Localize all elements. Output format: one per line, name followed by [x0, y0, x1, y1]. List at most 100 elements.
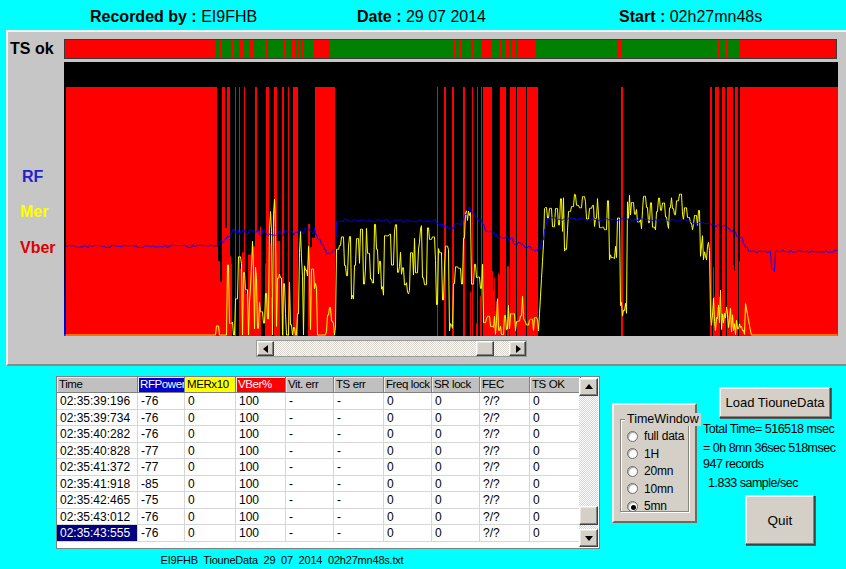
column-header-fec[interactable]: FEC [480, 377, 530, 393]
table-cell[interactable]: 0 [432, 443, 480, 460]
column-header-freq-lock[interactable]: Freq lock [384, 377, 432, 393]
table-row[interactable]: 02:35:40:828-770100--00?/?0 [57, 443, 581, 460]
table-cell[interactable]: 02:35:39:196 [57, 393, 138, 410]
table-cell[interactable]: 0 [384, 509, 432, 526]
table-cell[interactable]: 0 [530, 509, 581, 526]
table-cell[interactable]: 02:35:42:465 [57, 492, 138, 509]
table-cell[interactable]: ?/? [480, 525, 530, 542]
table-cell[interactable]: 0 [530, 393, 581, 410]
table-cell[interactable]: -76 [138, 525, 185, 542]
table-cell[interactable]: 0 [384, 476, 432, 493]
table-cell[interactable]: - [334, 410, 384, 427]
table-cell[interactable]: 0 [432, 509, 480, 526]
table-cell[interactable]: -75 [138, 492, 185, 509]
table-cell[interactable]: -77 [138, 443, 185, 460]
table-cell[interactable]: 100 [236, 509, 286, 526]
table-cell[interactable]: -85 [138, 476, 185, 493]
table-cell[interactable]: 0 [530, 426, 581, 443]
table-cell[interactable]: 100 [236, 525, 286, 542]
table-cell[interactable]: - [286, 459, 334, 476]
table-cell[interactable]: - [286, 426, 334, 443]
radio-icon[interactable] [627, 431, 638, 442]
table-cell[interactable]: -76 [138, 393, 185, 410]
table-cell[interactable]: 0 [432, 426, 480, 443]
radio-icon[interactable] [627, 483, 638, 494]
table-row[interactable]: 02:35:39:734-760100--00?/?0 [57, 410, 581, 427]
chart-scroll-left-button[interactable] [257, 341, 274, 356]
table-cell[interactable]: 0 [384, 443, 432, 460]
chart-horizontal-scrollbar[interactable] [256, 340, 527, 357]
column-header-rfpower[interactable]: RFPower [138, 377, 185, 393]
table-cell[interactable]: 02:35:40:828 [57, 443, 138, 460]
table-cell[interactable]: 0 [432, 410, 480, 427]
table-cell[interactable]: 0 [530, 459, 581, 476]
column-header-ts-err[interactable]: TS err [334, 377, 384, 393]
table-cell[interactable]: - [286, 525, 334, 542]
table-cell[interactable]: 100 [236, 492, 286, 509]
time-window-option-1h[interactable]: 1H [627, 447, 659, 461]
table-cell[interactable]: 0 [185, 443, 236, 460]
table-cell[interactable]: 0 [530, 443, 581, 460]
table-cell[interactable]: 100 [236, 426, 286, 443]
table-cell[interactable]: ?/? [480, 426, 530, 443]
table-vertical-scrollbar[interactable] [579, 378, 598, 547]
column-header-ts-ok[interactable]: TS OK [530, 377, 581, 393]
table-cell[interactable]: -77 [138, 459, 185, 476]
table-cell[interactable]: - [334, 509, 384, 526]
table-cell[interactable]: 0 [530, 492, 581, 509]
table-cell[interactable]: ?/? [480, 492, 530, 509]
table-cell[interactable]: ?/? [480, 459, 530, 476]
column-header-sr-lock[interactable]: SR lock [432, 377, 480, 393]
table-cell[interactable]: 0 [384, 410, 432, 427]
table-cell[interactable]: - [286, 443, 334, 460]
chart-scroll-thumb[interactable] [476, 341, 494, 356]
table-cell[interactable]: 02:35:39:734 [57, 410, 138, 427]
table-cell[interactable]: 0 [432, 492, 480, 509]
time-window-option-full-data[interactable]: full data [627, 429, 684, 443]
table-cell[interactable]: 0 [384, 459, 432, 476]
table-cell[interactable]: 0 [384, 492, 432, 509]
table-cell[interactable]: - [334, 393, 384, 410]
table-cell[interactable]: 0 [432, 525, 480, 542]
table-cell[interactable]: 0 [185, 426, 236, 443]
table-cell[interactable]: ?/? [480, 509, 530, 526]
column-header-vber-[interactable]: VBer% [236, 377, 286, 393]
table-cell[interactable]: - [334, 443, 384, 460]
table-cell[interactable]: 0 [185, 393, 236, 410]
table-row[interactable]: 02:35:40:282-760100--00?/?0 [57, 426, 581, 443]
table-cell[interactable]: 02:35:40:282 [57, 426, 138, 443]
table-cell[interactable]: 02:35:41:372 [57, 459, 138, 476]
table-cell[interactable]: 02:35:41:918 [57, 476, 138, 493]
table-cell[interactable]: 0 [185, 509, 236, 526]
table-cell[interactable]: 0 [185, 476, 236, 493]
table-cell[interactable]: - [286, 492, 334, 509]
table-cell[interactable]: ?/? [480, 443, 530, 460]
table-cell[interactable]: 02:35:43:012 [57, 509, 138, 526]
table-row[interactable]: 02:35:43:555-760100--00?/?0 [57, 525, 581, 542]
quit-button[interactable]: Quit [745, 495, 815, 545]
table-cell[interactable]: -76 [138, 410, 185, 427]
table-cell[interactable]: 02:35:43:555 [57, 525, 138, 542]
table-cell[interactable]: 0 [432, 459, 480, 476]
table-cell[interactable]: 0 [530, 476, 581, 493]
table-cell[interactable]: - [286, 476, 334, 493]
radio-icon[interactable] [627, 448, 638, 459]
table-cell[interactable]: - [334, 476, 384, 493]
time-window-option-5mn[interactable]: 5mn [627, 499, 667, 513]
table-cell[interactable]: 0 [384, 393, 432, 410]
load-tiounedata-button[interactable]: Load TiouneData [719, 387, 831, 418]
table-cell[interactable]: - [334, 459, 384, 476]
table-row[interactable]: 02:35:41:372-770100--00?/?0 [57, 459, 581, 476]
table-row[interactable]: 02:35:42:465-750100--00?/?0 [57, 492, 581, 509]
table-cell[interactable]: - [286, 410, 334, 427]
table-cell[interactable]: 100 [236, 393, 286, 410]
table-scroll-thumb[interactable] [579, 506, 598, 525]
table-scroll-down-button[interactable] [579, 529, 598, 547]
table-cell[interactable]: 0 [432, 476, 480, 493]
table-cell[interactable]: - [286, 393, 334, 410]
table-cell[interactable]: 100 [236, 410, 286, 427]
column-header-vit-err[interactable]: Vit. err [286, 377, 334, 393]
table-row[interactable]: 02:35:41:918-850100--00?/?0 [57, 476, 581, 493]
column-header-merx10[interactable]: MERx10 [185, 377, 236, 393]
table-cell[interactable]: 0 [384, 525, 432, 542]
